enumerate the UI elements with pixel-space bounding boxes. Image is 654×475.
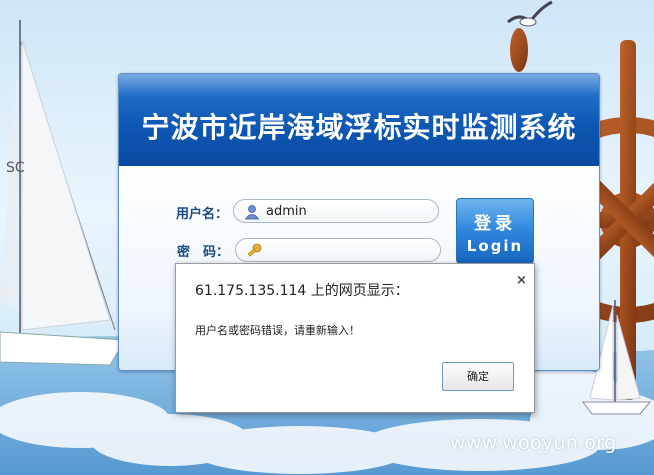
close-icon[interactable]: × (516, 273, 527, 288)
watermark: www.wooyun.org (450, 432, 617, 454)
key-icon (247, 243, 262, 257)
password-label: 密 码： (177, 245, 230, 260)
dialog-title: 61.175.135.114 上的网页显示： (195, 283, 409, 299)
alert-dialog: 61.175.135.114 上的网页显示： × 用户名或密码错误，请重新输入！… (175, 263, 535, 413)
password-field[interactable] (235, 238, 441, 262)
password-input[interactable] (268, 241, 428, 259)
panel-header: 宁波市近岸海域浮标实时监测系统 (119, 74, 599, 166)
username-field[interactable] (233, 199, 439, 223)
user-icon (244, 205, 260, 220)
page-title: 宁波市近岸海域浮标实时监测系统 (141, 111, 577, 144)
ok-button[interactable]: 确定 (442, 362, 514, 391)
username-label: 用户名： (176, 207, 229, 222)
dialog-message: 用户名或密码错误，请重新输入！ (195, 324, 360, 337)
login-button[interactable]: 登录 Login (456, 198, 534, 264)
login-button-label-en: Login (466, 237, 524, 255)
login-button-label-zh: 登录 (474, 214, 516, 234)
svg-text:SC: SC (6, 160, 25, 176)
username-input[interactable] (266, 202, 426, 220)
